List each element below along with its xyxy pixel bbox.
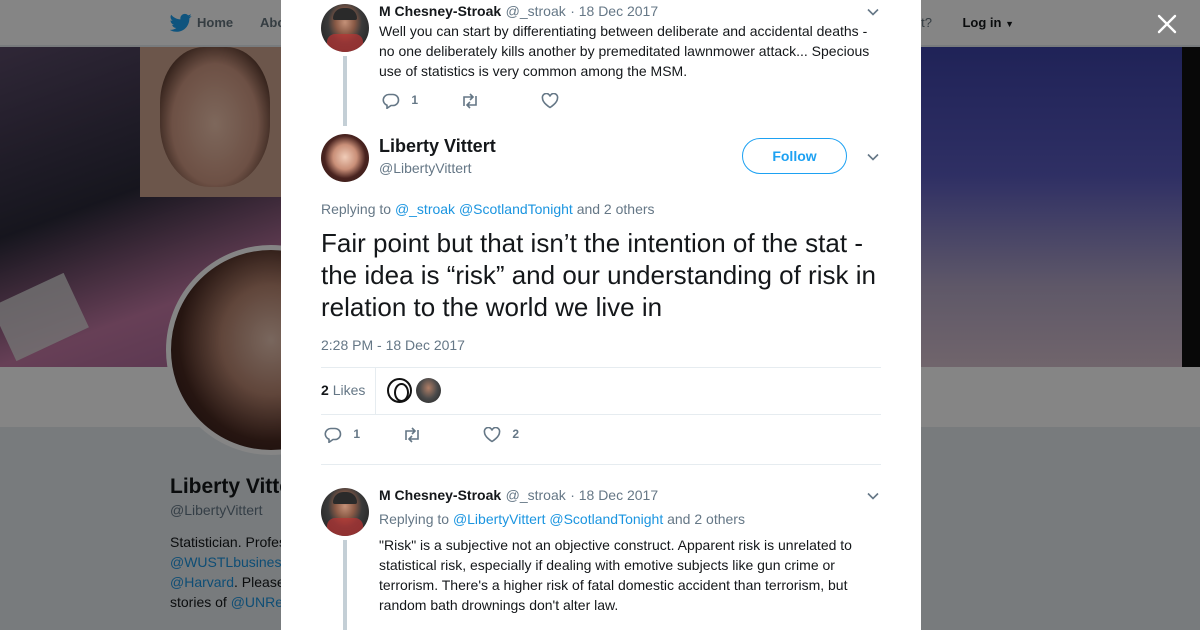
divider bbox=[321, 414, 881, 415]
divider bbox=[321, 367, 881, 368]
liker-avatar[interactable] bbox=[416, 378, 441, 403]
follow-button[interactable]: Follow bbox=[742, 138, 847, 174]
retweet-button[interactable] bbox=[402, 427, 422, 443]
tweet-header: M Chesney-Stroak @_stroak · 18 Dec 2017 bbox=[379, 3, 879, 21]
replying-to: Replying to @_stroak @ScotlandTonight an… bbox=[321, 201, 655, 217]
mention-link[interactable]: @_stroak bbox=[395, 201, 455, 217]
others-link[interactable]: and 2 others bbox=[577, 201, 655, 217]
tweet-author-handle[interactable]: @_stroak bbox=[506, 487, 566, 503]
tweet-text: "Risk" is a subjective not an objective … bbox=[379, 537, 852, 613]
divider bbox=[321, 464, 881, 465]
tweet-modal: M Chesney-Stroak @_stroak · 18 Dec 2017 … bbox=[281, 0, 921, 630]
close-icon[interactable] bbox=[1154, 12, 1180, 38]
tweet-header: M Chesney-Stroak @_stroak · 18 Dec 2017 bbox=[379, 487, 879, 505]
reply-icon bbox=[324, 427, 342, 444]
chevron-down-icon[interactable] bbox=[867, 6, 879, 18]
tweet-author-handle[interactable]: @_stroak bbox=[506, 3, 566, 19]
mention-link[interactable]: @LibertyVittert bbox=[453, 511, 546, 527]
others-link[interactable]: and 2 others bbox=[667, 511, 745, 527]
reply-count: 1 bbox=[411, 93, 419, 108]
thread-line bbox=[343, 540, 347, 630]
tweet-avatar[interactable] bbox=[321, 488, 369, 536]
thread-line bbox=[343, 56, 347, 126]
tweet-author-name[interactable]: M Chesney-Stroak bbox=[379, 3, 501, 19]
mention-link[interactable]: @ScotlandTonight bbox=[549, 511, 663, 527]
mention-link[interactable]: @ScotlandTonight bbox=[459, 201, 573, 217]
likes-label: Likes bbox=[332, 382, 366, 398]
likes-stat[interactable]: 2 Likes bbox=[321, 382, 365, 398]
like-button[interactable]: 2 bbox=[483, 426, 520, 443]
main-tweet-author-name[interactable]: Liberty Vittert bbox=[379, 136, 496, 157]
retweet-icon bbox=[405, 427, 419, 443]
divider bbox=[375, 367, 376, 414]
tweet-text: Well you can start by differentiating be… bbox=[379, 23, 870, 79]
reply-button[interactable]: 1 bbox=[324, 427, 361, 444]
tweet-date[interactable]: · 18 Dec 2017 bbox=[570, 3, 658, 19]
reply-icon bbox=[382, 93, 400, 110]
chevron-down-icon[interactable] bbox=[867, 151, 879, 163]
chevron-down-icon[interactable] bbox=[867, 490, 879, 502]
retweet-button[interactable] bbox=[460, 93, 480, 109]
heart-icon bbox=[541, 92, 559, 109]
likes-count: 2 bbox=[321, 382, 329, 398]
replying-to: Replying to @LibertyVittert @ScotlandTon… bbox=[379, 511, 745, 527]
reply-count: 1 bbox=[353, 427, 361, 442]
tweet-author-name[interactable]: M Chesney-Stroak bbox=[379, 487, 501, 503]
main-tweet-avatar[interactable] bbox=[321, 134, 369, 182]
main-tweet-author-handle[interactable]: @LibertyVittert bbox=[379, 160, 472, 176]
tweet-avatar[interactable] bbox=[321, 4, 369, 52]
retweet-icon bbox=[463, 93, 477, 109]
main-tweet-timestamp[interactable]: 2:28 PM - 18 Dec 2017 bbox=[321, 337, 465, 353]
reply-button[interactable]: 1 bbox=[382, 93, 419, 110]
liker-avatar[interactable] bbox=[387, 378, 412, 403]
like-button[interactable] bbox=[541, 92, 559, 109]
heart-icon bbox=[483, 426, 501, 443]
tweet-date[interactable]: · 18 Dec 2017 bbox=[570, 487, 658, 503]
like-count: 2 bbox=[512, 427, 520, 442]
main-tweet-text: Fair point but that isn’t the intention … bbox=[321, 228, 876, 322]
